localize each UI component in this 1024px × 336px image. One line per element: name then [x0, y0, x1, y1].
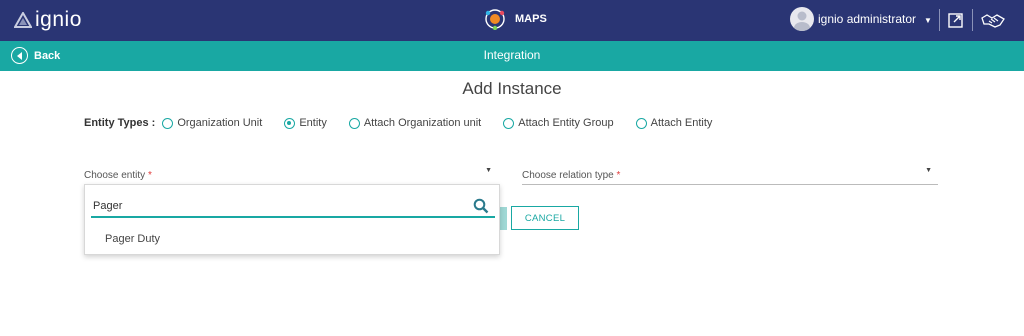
chevron-down-icon: ▼: [924, 15, 932, 25]
radio-label: Attach Organization unit: [363, 117, 482, 129]
search-icon[interactable]: [473, 198, 489, 214]
required-mark: *: [147, 170, 152, 181]
page-title: Add Instance: [462, 79, 562, 98]
dropdown-option[interactable]: Pager Duty: [105, 233, 160, 245]
radio-organization-unit[interactable]: Organization Unit: [162, 117, 262, 129]
choose-entity-select[interactable]: Choose entity * ▼: [84, 163, 498, 185]
page-subheader: Back Integration: [0, 41, 1024, 71]
ignio-logo-icon: [14, 12, 32, 28]
entity-dropdown-panel: Pager Duty: [84, 184, 500, 255]
top-navigation-bar: ignio MAPS ignio administrator ▼: [0, 0, 1024, 41]
radio-attach-entity[interactable]: Attach Entity: [635, 117, 713, 129]
logo-text: ignio: [35, 8, 82, 31]
app-label: MAPS: [515, 13, 547, 25]
divider: [972, 9, 973, 31]
divider: [939, 9, 940, 31]
choose-entity-label: Choose entity *: [84, 170, 152, 181]
radio-circle: [162, 117, 174, 129]
radio-circle: [503, 117, 515, 129]
entity-types-group: Entity Types : Organization Unit Entity …: [84, 117, 734, 129]
section-title: Integration: [483, 48, 541, 62]
radio-circle-selected: [284, 117, 296, 129]
choose-relation-type-select[interactable]: Choose relation type * ▼: [522, 163, 938, 185]
radio-attach-entity-group[interactable]: Attach Entity Group: [503, 117, 614, 129]
radio-label: Attach Entity Group: [518, 117, 614, 129]
maps-app-switcher[interactable]: MAPS: [484, 8, 547, 30]
radio-circle: [348, 117, 360, 129]
chevron-down-icon: ▼: [485, 167, 492, 174]
user-avatar-icon: [790, 7, 814, 31]
radio-circle: [635, 117, 647, 129]
export-icon[interactable]: [946, 10, 966, 30]
radio-label: Entity: [299, 117, 327, 129]
radio-entity[interactable]: Entity: [284, 117, 327, 129]
radio-label: Organization Unit: [177, 117, 263, 129]
required-mark: *: [616, 170, 621, 181]
chevron-down-icon: ▼: [925, 167, 932, 174]
handshake-icon[interactable]: [980, 10, 1006, 30]
maps-icon: [485, 9, 505, 30]
radio-label: Attach Entity: [650, 117, 713, 129]
choose-relation-label: Choose relation type *: [522, 170, 621, 181]
entity-types-label: Entity Types :: [84, 117, 156, 129]
dropdown-search: [91, 196, 495, 218]
search-input[interactable]: [93, 200, 463, 212]
ignio-logo[interactable]: ignio: [14, 7, 82, 33]
user-menu[interactable]: ignio administrator ▼: [790, 7, 932, 31]
radio-attach-organization-unit[interactable]: Attach Organization unit: [348, 117, 482, 129]
user-name: ignio administrator: [818, 12, 917, 26]
cancel-button[interactable]: CANCEL: [511, 206, 579, 230]
